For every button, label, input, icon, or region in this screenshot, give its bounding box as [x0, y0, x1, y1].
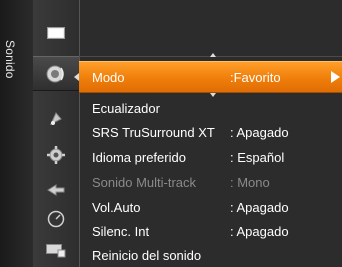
menu-item-idioma-preferido[interactable]: Idioma preferido : Español — [79, 145, 342, 169]
menu-item-srs-trusurround[interactable]: SRS TruSurround XT : Apagado — [79, 120, 342, 144]
menu-item-ecualizador[interactable]: Ecualizador — [79, 96, 342, 120]
picture-icon[interactable] — [33, 16, 79, 49]
category-icon-column — [33, 0, 79, 267]
category-label-strip: Sonido — [0, 0, 33, 267]
menu-item-label: Modo — [92, 70, 125, 85]
submenu-arrow-icon — [331, 71, 340, 83]
channel-icon[interactable] — [33, 102, 79, 135]
menu-item-label: Silenc. Int — [92, 224, 150, 239]
menu-item-vol-auto[interactable]: Vol.Auto : Apagado — [79, 195, 342, 219]
menu-item-label: Idioma preferido — [92, 150, 186, 165]
menu-item-value: :Favorito — [230, 70, 281, 85]
menu-item-value: : Apagado — [230, 224, 289, 239]
menu-item-label: Sonido Multi-track — [92, 175, 197, 190]
menu-item-label: Reinicio del sonido — [92, 248, 202, 263]
menu-item-reinicio-sonido[interactable]: Reinicio del sonido — [79, 243, 342, 267]
tv-osd-menu: Sonido Modo:Favorito Ecualizador SRS Tr… — [0, 0, 342, 267]
support-icon[interactable] — [33, 234, 79, 267]
menu-item-modo[interactable]: Modo :Favorito — [79, 61, 342, 93]
menu-item-sonido-multitrack: Sonido Multi-track : Mono — [79, 170, 342, 194]
menu-item-silenc-int[interactable]: Silenc. Int : Apagado — [79, 219, 342, 243]
menu-item-label: SRS TruSurround XT — [92, 125, 215, 140]
menu-item-label: Ecualizador — [92, 101, 160, 116]
application-icon[interactable] — [33, 202, 79, 235]
menu-item-value: : Apagado — [230, 200, 289, 215]
menu-item-value: : Apagado — [230, 125, 289, 140]
menu-item-label: Vol.Auto — [92, 200, 141, 215]
menu-item-value: : Mono — [230, 175, 270, 190]
scroll-up-icon — [210, 53, 216, 57]
sound-icon[interactable] — [33, 56, 79, 91]
menu-item-value: : Español — [230, 150, 285, 165]
setup-icon[interactable] — [33, 138, 79, 171]
category-title: Sonido — [3, 40, 17, 79]
